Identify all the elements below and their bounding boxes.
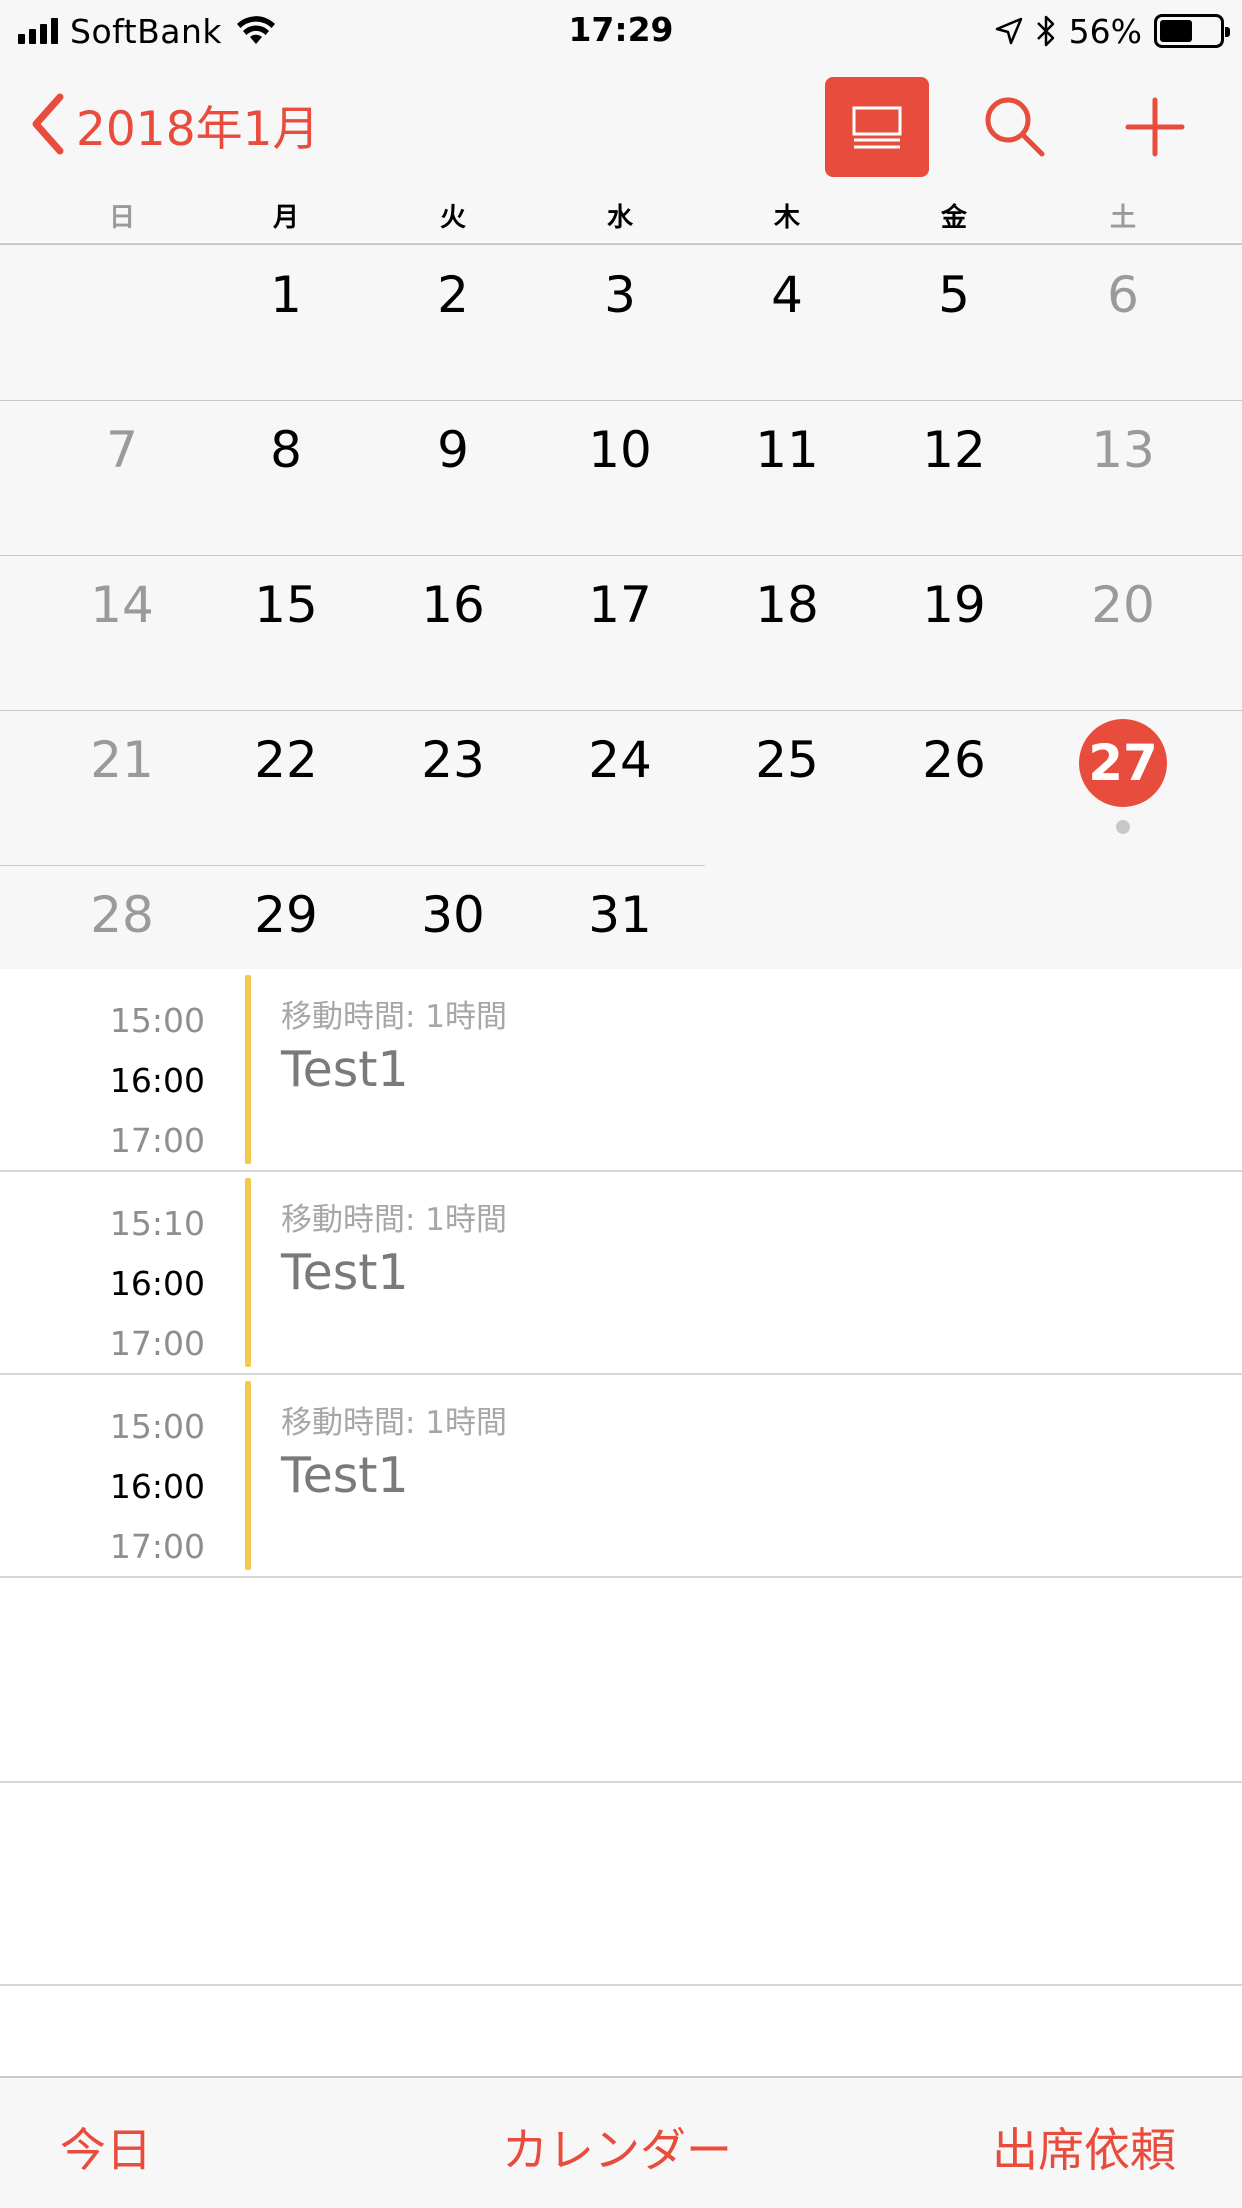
calendars-tab[interactable]: カレンダー — [502, 2114, 732, 2180]
travel-start-time: 15:10 — [109, 1204, 205, 1243]
day-cell[interactable]: 1 — [226, 266, 346, 324]
travel-time-label: 移動時間: 1時間 — [281, 1405, 508, 1441]
day-cell[interactable]: 7 — [62, 421, 182, 479]
day-cell[interactable]: 21 — [62, 731, 182, 789]
day-cell[interactable]: 19 — [894, 576, 1014, 634]
event-indicator-dot — [1116, 820, 1130, 834]
day-cell[interactable]: 2 — [393, 266, 513, 324]
day-cell[interactable]: 12 — [894, 421, 1014, 479]
event-end-time: 17:00 — [109, 1121, 205, 1160]
event-row[interactable]: 15:10 16:00 17:00 移動時間: 1時間 Test1 — [0, 1172, 1242, 1375]
add-event-button[interactable] — [1120, 92, 1190, 162]
location-arrow-icon — [995, 17, 1022, 45]
weekday-label: 火 — [439, 203, 466, 233]
week-divider — [0, 400, 1242, 401]
tab-bar: 今日 カレンダー 出席依頼 — [0, 2076, 1242, 2208]
weekday-label: 水 — [606, 203, 633, 233]
event-times: 15:00 16:00 17:00 — [0, 991, 205, 1171]
event-start-time: 16:00 — [109, 1061, 205, 1100]
day-cell[interactable]: 17 — [560, 576, 680, 634]
travel-start-time: 15:00 — [109, 1407, 205, 1446]
day-cell[interactable]: 14 — [62, 576, 182, 634]
chevron-left-icon — [32, 93, 64, 155]
calendar-color-bar — [245, 1381, 251, 1570]
day-cell[interactable]: 16 — [393, 576, 513, 634]
event-title: Test1 — [281, 1447, 409, 1504]
travel-time-label: 移動時間: 1時間 — [281, 1202, 508, 1238]
weekday-label: 月 — [272, 203, 299, 233]
bluetooth-icon — [1036, 15, 1054, 47]
day-cell[interactable]: 13 — [1063, 421, 1183, 479]
event-title: Test1 — [281, 1041, 409, 1098]
day-cell[interactable]: 10 — [560, 421, 680, 479]
status-bar: SoftBank 17:29 56% — [0, 0, 1242, 62]
day-cell[interactable]: 28 — [62, 886, 182, 944]
calendar-color-bar — [245, 1178, 251, 1367]
event-times: 15:00 16:00 17:00 — [0, 1397, 205, 1577]
weekday-header: 日月火水木金土 — [0, 197, 1242, 242]
day-cell[interactable]: 25 — [727, 731, 847, 789]
day-cell[interactable]: 23 — [393, 731, 513, 789]
day-cell[interactable]: 3 — [560, 266, 680, 324]
event-row[interactable]: 15:00 16:00 17:00 移動時間: 1時間 Test1 — [0, 1375, 1242, 1578]
event-start-time: 16:00 — [109, 1264, 205, 1303]
calendar-header: 2018年1月 日 月 火 水 木 金 土 — [0, 62, 1242, 242]
back-button[interactable]: 2018年1月 — [30, 92, 320, 157]
weekday-label: 金 — [940, 203, 967, 233]
weekday-label: 木 — [773, 203, 800, 233]
day-cell[interactable]: 29 — [226, 886, 346, 944]
day-cell[interactable]: 18 — [727, 576, 847, 634]
day-cell[interactable]: 24 — [560, 731, 680, 789]
day-cell[interactable]: 11 — [727, 421, 847, 479]
event-end-time: 17:00 — [109, 1324, 205, 1363]
search-icon — [985, 97, 1045, 157]
day-cell[interactable]: 6 — [1063, 266, 1183, 324]
travel-start-time: 15:00 — [109, 1001, 205, 1040]
empty-row-divider — [0, 1781, 1242, 1783]
search-button[interactable] — [980, 92, 1050, 162]
plus-icon — [1125, 97, 1185, 157]
weekday-label: 土 — [1109, 203, 1136, 233]
day-cell[interactable]: 30 — [393, 886, 513, 944]
list-view-button[interactable] — [825, 77, 929, 177]
event-end-time: 17:00 — [109, 1527, 205, 1566]
day-cell[interactable]: 26 — [894, 731, 1014, 789]
week-divider — [0, 865, 705, 866]
day-cell[interactable]: 31 — [560, 886, 680, 944]
month-grid: 1 2 3 4 5 6 7 8 9 10 11 12 13 14 15 16 17 18 19 20 21 22 23 24 2… — [0, 243, 1242, 969]
event-row[interactable]: 15:00 16:00 17:00 移動時間: 1時間 Test1 — [0, 969, 1242, 1172]
list-view-icon — [852, 106, 902, 149]
calendar-color-bar — [245, 975, 251, 1164]
week-divider — [0, 710, 1242, 711]
empty-row-divider — [0, 1984, 1242, 1986]
event-times: 15:10 16:00 17:00 — [0, 1194, 205, 1374]
day-cell[interactable]: 20 — [1063, 576, 1183, 634]
month-title: 2018年1月 — [76, 101, 320, 157]
event-start-time: 16:00 — [109, 1467, 205, 1506]
day-cell[interactable]: 15 — [226, 576, 346, 634]
battery-icon — [1154, 14, 1230, 48]
today-date[interactable]: 27 — [1079, 719, 1167, 807]
event-title: Test1 — [281, 1244, 409, 1301]
status-right: 56% — [995, 10, 1230, 52]
weekday-label: 日 — [108, 203, 135, 233]
battery-percent: 56% — [1068, 11, 1142, 51]
day-cell[interactable]: 4 — [727, 266, 847, 324]
day-cell[interactable]: 22 — [226, 731, 346, 789]
travel-time-label: 移動時間: 1時間 — [281, 999, 508, 1035]
day-cell[interactable]: 8 — [226, 421, 346, 479]
inbox-tab[interactable]: 出席依頼 — [992, 2114, 1176, 2180]
battery-fill — [1160, 20, 1192, 42]
day-cell[interactable]: 5 — [894, 266, 1014, 324]
week-divider — [0, 555, 1242, 556]
today-tab[interactable]: 今日 — [60, 2114, 152, 2180]
day-cell[interactable]: 9 — [393, 421, 513, 479]
